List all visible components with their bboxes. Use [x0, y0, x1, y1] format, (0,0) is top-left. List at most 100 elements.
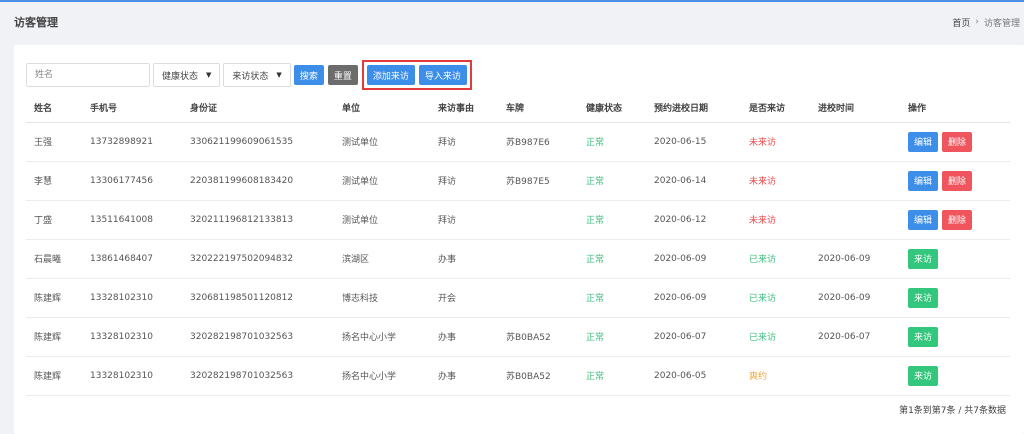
cell-health: 正常 — [578, 356, 646, 396]
table-row: 丁盛 13511641008 320211196812133813 测试单位 拜… — [26, 200, 1010, 240]
visit-status-select[interactable]: 来访状态 ▼ — [223, 63, 291, 87]
health-status-select-label: 健康状态 — [162, 71, 199, 82]
cell-entry-time — [810, 200, 900, 240]
cell-entry-time: 2020-06-09 — [810, 278, 900, 318]
cell-id-card: 220381199608183420 — [182, 161, 334, 201]
table-row: 陈建辉 13328102310 320681198501120812 博志科技 … — [26, 278, 1010, 318]
column-header: 操作 — [900, 93, 1010, 123]
cell-plate — [498, 200, 578, 240]
column-header: 车牌 — [498, 93, 578, 123]
cell-date: 2020-06-14 — [646, 161, 741, 201]
content-card: 健康状态 ▼ 来访状态 ▼ 搜索 重置 添加来访 导入来访 姓名 手机号 身份证… — [14, 45, 1024, 434]
breadcrumb-separator-icon: › — [975, 17, 979, 27]
cell-reason: 拜访 — [430, 161, 498, 201]
cell-entry-time: 2020-06-09 — [810, 239, 900, 279]
column-header: 单位 — [334, 93, 430, 123]
cell-name: 陈建辉 — [26, 278, 82, 318]
cell-date: 2020-06-12 — [646, 200, 741, 240]
cell-name: 陈建辉 — [26, 356, 82, 396]
cell-date: 2020-06-05 — [646, 356, 741, 396]
table-row: 陈建辉 13328102310 320282198701032563 扬名中心小… — [26, 317, 1010, 357]
highlight-annotation-box: 添加来访 导入来访 — [361, 60, 472, 90]
cell-health: 正常 — [578, 278, 646, 318]
reset-button[interactable]: 重置 — [327, 65, 358, 85]
table-row: 王强 13732898921 330621199609061535 测试单位 拜… — [26, 122, 1010, 162]
cell-visit-status: 未来访 — [741, 122, 810, 162]
cell-phone: 13511641008 — [82, 200, 182, 240]
cell-phone: 13306177456 — [82, 161, 182, 201]
cell-id-card: 320282198701032563 — [182, 356, 334, 396]
search-button[interactable]: 搜索 — [293, 65, 324, 85]
cell-name: 丁盛 — [26, 200, 82, 240]
cell-reason: 开会 — [430, 278, 498, 318]
cell-actions: 编辑 删除 — [900, 122, 1010, 162]
cell-reason: 办事 — [430, 239, 498, 279]
cell-unit: 测试单位 — [334, 161, 430, 201]
cell-visit-status: 爽约 — [741, 356, 810, 396]
cell-health: 正常 — [578, 161, 646, 201]
cell-unit: 测试单位 — [334, 122, 430, 162]
cell-plate: 苏B987E5 — [498, 161, 578, 201]
cell-reason: 办事 — [430, 356, 498, 396]
visit-status-select-label: 来访状态 — [232, 71, 269, 82]
column-header: 手机号 — [82, 93, 182, 123]
cell-name: 李慧 — [26, 161, 82, 201]
cell-actions: 编辑 删除 — [900, 161, 1010, 201]
cell-id-card: 320282198701032563 — [182, 317, 334, 357]
cell-health: 正常 — [578, 200, 646, 240]
table-row: 石晨曦 13861468407 320222197502094832 滨湖区 办… — [26, 239, 1010, 279]
cell-health: 正常 — [578, 239, 646, 279]
cell-reason: 办事 — [430, 317, 498, 357]
import-visit-button[interactable]: 导入来访 — [418, 65, 467, 85]
edit-button[interactable]: 编辑 — [908, 131, 939, 152]
edit-button[interactable]: 编辑 — [908, 170, 939, 191]
breadcrumb-current: 访客管理 — [983, 18, 1020, 29]
cell-id-card: 320681198501120812 — [182, 278, 334, 318]
delete-button[interactable]: 删除 — [942, 170, 973, 191]
cell-entry-time — [810, 356, 900, 396]
cell-name: 王强 — [26, 122, 82, 162]
cell-visit-status: 已来访 — [741, 317, 810, 357]
cell-actions: 来访 — [900, 317, 1010, 357]
cell-plate: 苏B0BA52 — [498, 317, 578, 357]
cell-unit: 博志科技 — [334, 278, 430, 318]
page-title: 访客管理 — [14, 16, 58, 29]
cell-plate: 苏B0BA52 — [498, 356, 578, 396]
cell-phone: 13328102310 — [82, 356, 182, 396]
cell-id-card: 330621199609061535 — [182, 122, 334, 162]
breadcrumb: 首页 › 访客管理 — [952, 16, 1020, 29]
cell-plate — [498, 239, 578, 279]
delete-button[interactable]: 删除 — [942, 209, 973, 230]
health-status-select[interactable]: 健康状态 ▼ — [153, 63, 221, 87]
visit-button[interactable]: 来访 — [908, 326, 939, 347]
visit-button[interactable]: 来访 — [908, 248, 939, 269]
add-visit-button[interactable]: 添加来访 — [366, 65, 415, 85]
cell-plate: 苏B987E6 — [498, 122, 578, 162]
delete-button[interactable]: 删除 — [942, 131, 973, 152]
column-header: 进校时间 — [810, 93, 900, 123]
cell-entry-time — [810, 161, 900, 201]
cell-actions: 来访 — [900, 278, 1010, 318]
table-row: 李慧 13306177456 220381199608183420 测试单位 拜… — [26, 161, 1010, 201]
cell-reason: 拜访 — [430, 200, 498, 240]
table-row: 陈建辉 13328102310 320282198701032563 扬名中心小… — [26, 356, 1010, 396]
breadcrumb-home-link[interactable]: 首页 — [952, 16, 970, 29]
edit-button[interactable]: 编辑 — [908, 209, 939, 230]
column-header: 身份证 — [182, 93, 334, 123]
cell-reason: 拜访 — [430, 122, 498, 162]
column-header: 姓名 — [26, 93, 82, 123]
visitor-table: 姓名 手机号 身份证 单位 来访事由 车牌 健康状态 预约进校日期 是否来访 进… — [26, 93, 1010, 396]
column-header: 来访事由 — [430, 93, 498, 123]
cell-actions: 来访 — [900, 239, 1010, 279]
cell-date: 2020-06-07 — [646, 317, 741, 357]
name-search-input[interactable] — [26, 63, 150, 87]
cell-name: 石晨曦 — [26, 239, 82, 279]
column-header: 是否来访 — [741, 93, 810, 123]
visit-button[interactable]: 来访 — [908, 287, 939, 308]
column-header: 健康状态 — [578, 93, 646, 123]
cell-unit: 扬名中心小学 — [334, 356, 430, 396]
cell-visit-status: 已来访 — [741, 278, 810, 318]
cell-phone: 13328102310 — [82, 278, 182, 318]
visit-button[interactable]: 来访 — [908, 365, 939, 386]
cell-unit: 测试单位 — [334, 200, 430, 240]
